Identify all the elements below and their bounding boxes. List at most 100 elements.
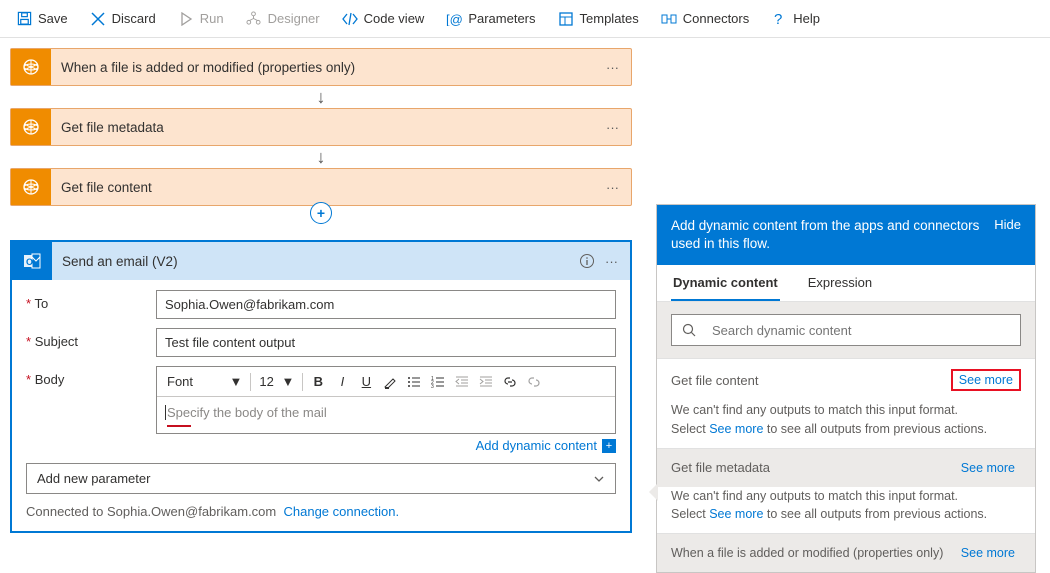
card-header[interactable]: O Send an email (V2) ··· (12, 242, 630, 280)
body-editor: Font ▼ 12 ▼ B I U 123 (156, 366, 616, 434)
trigger-card[interactable]: When a file is added or modified (proper… (10, 48, 632, 86)
designer-canvas: When a file is added or modified (proper… (0, 38, 1050, 543)
add-dynamic-content-link[interactable]: Add dynamic content + (156, 438, 616, 453)
bold-button[interactable]: B (307, 370, 329, 394)
plus-icon: + (602, 439, 616, 453)
outlook-icon: O (12, 242, 52, 280)
templates-button[interactable]: Templates (548, 6, 649, 32)
action-title: Get file metadata (51, 120, 594, 135)
editor-toolbar: Font ▼ 12 ▼ B I U 123 (157, 367, 615, 397)
parameters-button[interactable]: [@] Parameters (436, 6, 545, 32)
card-menu[interactable]: ··· (605, 254, 618, 269)
save-button[interactable]: Save (6, 6, 78, 32)
help-button[interactable]: ? Help (761, 6, 830, 32)
font-size-picker[interactable]: 12 ▼ (255, 374, 298, 389)
spellcheck-underline (167, 425, 191, 427)
indent-button[interactable] (475, 370, 497, 394)
trigger-title: When a file is added or modified (proper… (51, 60, 594, 75)
connectors-button[interactable]: Connectors (651, 6, 759, 32)
sharepoint-icon (11, 49, 51, 85)
command-bar: Save Discard Run Designer Code view [@] … (0, 0, 1050, 38)
action-card-content[interactable]: Get file content ··· (10, 168, 632, 206)
link-button[interactable] (499, 370, 521, 394)
card-menu[interactable]: ··· (594, 180, 631, 195)
discard-label: Discard (112, 11, 156, 26)
add-step-button[interactable]: + (310, 202, 332, 224)
svg-text:?: ? (774, 11, 782, 27)
section-title: When a file is added or modified (proper… (671, 546, 943, 560)
see-more-inline-link[interactable]: See more (709, 507, 763, 521)
designer-label: Designer (268, 11, 320, 26)
subject-field[interactable] (156, 328, 616, 357)
see-more-link[interactable]: See more (951, 369, 1021, 391)
code-view-button[interactable]: Code view (332, 6, 435, 32)
callout-pointer-icon (649, 483, 658, 501)
action-card-metadata[interactable]: Get file metadata ··· (10, 108, 632, 146)
arrow-down-icon: ↓ (10, 146, 632, 168)
to-field[interactable] (156, 290, 616, 319)
section-title: Get file content (671, 373, 758, 388)
section-message: We can't find any outputs to match this … (657, 487, 1035, 533)
underline-button[interactable]: U (355, 370, 377, 394)
font-picker[interactable]: Font ▼ (163, 374, 246, 389)
card-menu[interactable]: ··· (594, 120, 631, 135)
chevron-down-icon: ▼ (230, 374, 243, 389)
templates-label: Templates (580, 11, 639, 26)
body-placeholder: Specify the body of the mail (167, 405, 327, 420)
parameters-icon: [@] (446, 11, 462, 27)
run-label: Run (200, 11, 224, 26)
see-more-inline-link[interactable]: See more (709, 422, 763, 436)
svg-text:O: O (26, 257, 33, 267)
save-icon (16, 11, 32, 27)
connectors-label: Connectors (683, 11, 749, 26)
tab-expression[interactable]: Expression (806, 265, 874, 301)
svg-text:3: 3 (431, 384, 434, 389)
code-view-label: Code view (364, 11, 425, 26)
panel-tabs: Dynamic content Expression (657, 265, 1035, 302)
card-title: Send an email (V2) (52, 254, 567, 269)
connection-info: Connected to Sophia.Owen@fabrikam.com Ch… (26, 504, 616, 519)
search-input[interactable] (706, 323, 1020, 338)
panel-header: Add dynamic content from the apps and co… (671, 217, 984, 253)
arrow-down-icon: ↓ (10, 86, 632, 108)
body-label: * Body (26, 366, 156, 387)
save-label: Save (38, 11, 68, 26)
italic-button[interactable]: I (331, 370, 353, 394)
insert-step-area: ↓ + (10, 206, 632, 228)
number-list-button[interactable]: 123 (427, 370, 449, 394)
designer-button[interactable]: Designer (236, 6, 330, 32)
svg-text:[@]: [@] (446, 12, 462, 26)
see-more-link[interactable]: See more (955, 459, 1021, 477)
parameters-label: Parameters (468, 11, 535, 26)
section-message: We can't find any outputs to match this … (657, 401, 1035, 447)
unlink-button[interactable] (523, 370, 545, 394)
connectors-icon (661, 11, 677, 27)
subject-label: * Subject (26, 328, 156, 349)
body-textarea[interactable]: Specify the body of the mail (157, 397, 615, 433)
sharepoint-icon (11, 109, 51, 145)
tab-dynamic-content[interactable]: Dynamic content (671, 265, 780, 301)
code-icon (342, 11, 358, 27)
hide-panel-button[interactable]: Hide (994, 217, 1021, 232)
to-label: * To (26, 290, 156, 311)
change-connection-link[interactable]: Change connection. (283, 504, 399, 519)
highlight-button[interactable] (379, 370, 401, 394)
sharepoint-icon (11, 169, 51, 205)
add-parameter-dropdown[interactable]: Add new parameter (26, 463, 616, 494)
close-icon (90, 11, 106, 27)
card-menu[interactable]: ··· (594, 60, 631, 75)
send-email-card: O Send an email (V2) ··· * To * Subject … (10, 240, 632, 533)
info-icon[interactable] (579, 253, 595, 269)
bullet-list-button[interactable] (403, 370, 425, 394)
discard-button[interactable]: Discard (80, 6, 166, 32)
search-icon (672, 323, 706, 338)
run-button[interactable]: Run (168, 6, 234, 32)
designer-icon (246, 11, 262, 27)
help-icon: ? (771, 11, 787, 27)
play-icon (178, 11, 194, 27)
chevron-down-icon: ▼ (282, 374, 295, 389)
see-more-link[interactable]: See more (955, 544, 1021, 562)
action-title: Get file content (51, 180, 594, 195)
outdent-button[interactable] (451, 370, 473, 394)
section-title: Get file metadata (671, 460, 770, 475)
